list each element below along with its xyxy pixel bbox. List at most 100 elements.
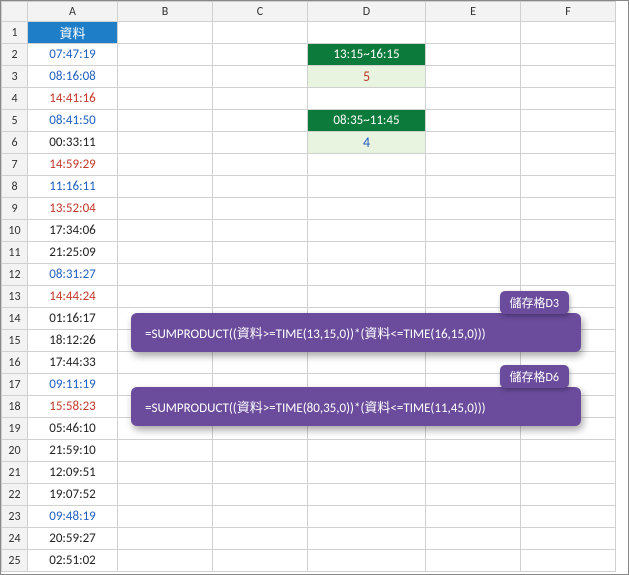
row-header-10[interactable]: 10 (2, 220, 28, 242)
cell-E8[interactable] (426, 176, 521, 198)
row-header-9[interactable]: 9 (2, 198, 28, 220)
col-header-A[interactable]: A (28, 2, 118, 22)
cell-A11[interactable]: 21:25:09 (28, 242, 118, 264)
row-header-25[interactable]: 25 (2, 550, 28, 572)
col-header-F[interactable]: F (521, 2, 616, 22)
cell-D5[interactable]: 08:35~11:45 (308, 110, 426, 132)
cell-A20[interactable]: 21:59:10 (28, 440, 118, 462)
cell-B25[interactable] (118, 550, 213, 572)
select-all-corner[interactable] (2, 2, 28, 22)
cell-B20[interactable] (118, 440, 213, 462)
cell-B12[interactable] (118, 264, 213, 286)
cell-F3[interactable] (521, 66, 616, 88)
cell-B16[interactable] (118, 352, 213, 374)
row-header-12[interactable]: 12 (2, 264, 28, 286)
cell-E11[interactable] (426, 242, 521, 264)
cell-B9[interactable] (118, 198, 213, 220)
cell-A4[interactable]: 14:41:16 (28, 88, 118, 110)
col-header-C[interactable]: C (213, 2, 308, 22)
col-header-B[interactable]: B (118, 2, 213, 22)
cell-B22[interactable] (118, 484, 213, 506)
cell-C7[interactable] (213, 154, 308, 176)
row-header-17[interactable]: 17 (2, 374, 28, 396)
row-header-19[interactable]: 19 (2, 418, 28, 440)
cell-E22[interactable] (426, 484, 521, 506)
spreadsheet-grid[interactable]: A B C D E F 1資料207:47:1913:15~16:15308:1… (1, 1, 616, 572)
row-header-18[interactable]: 18 (2, 396, 28, 418)
cell-D11[interactable] (308, 242, 426, 264)
cell-E2[interactable] (426, 44, 521, 66)
cell-F12[interactable] (521, 264, 616, 286)
cell-F5[interactable] (521, 110, 616, 132)
cell-C9[interactable] (213, 198, 308, 220)
cell-B11[interactable] (118, 242, 213, 264)
cell-C13[interactable] (213, 286, 308, 308)
cell-F6[interactable] (521, 132, 616, 154)
row-header-3[interactable]: 3 (2, 66, 28, 88)
cell-D2[interactable]: 13:15~16:15 (308, 44, 426, 66)
row-header-5[interactable]: 5 (2, 110, 28, 132)
cell-A18[interactable]: 15:58:23 (28, 396, 118, 418)
cell-A12[interactable]: 08:31:27 (28, 264, 118, 286)
cell-A2[interactable]: 07:47:19 (28, 44, 118, 66)
cell-A9[interactable]: 13:52:04 (28, 198, 118, 220)
cell-C4[interactable] (213, 88, 308, 110)
cell-E24[interactable] (426, 528, 521, 550)
cell-D21[interactable] (308, 462, 426, 484)
cell-A15[interactable]: 18:12:26 (28, 330, 118, 352)
col-header-E[interactable]: E (426, 2, 521, 22)
cell-F25[interactable] (521, 550, 616, 572)
cell-B24[interactable] (118, 528, 213, 550)
cell-D1[interactable] (308, 22, 426, 44)
cell-C20[interactable] (213, 440, 308, 462)
row-header-22[interactable]: 22 (2, 484, 28, 506)
cell-C25[interactable] (213, 550, 308, 572)
cell-D8[interactable] (308, 176, 426, 198)
cell-E3[interactable] (426, 66, 521, 88)
cell-D24[interactable] (308, 528, 426, 550)
cell-A19[interactable]: 05:46:10 (28, 418, 118, 440)
cell-C11[interactable] (213, 242, 308, 264)
cell-A6[interactable]: 00:33:11 (28, 132, 118, 154)
cell-D6[interactable]: 4 (308, 132, 426, 154)
cell-B6[interactable] (118, 132, 213, 154)
cell-B7[interactable] (118, 154, 213, 176)
cell-F21[interactable] (521, 462, 616, 484)
cell-D13[interactable] (308, 286, 426, 308)
row-header-13[interactable]: 13 (2, 286, 28, 308)
row-header-20[interactable]: 20 (2, 440, 28, 462)
cell-A17[interactable]: 09:11:19 (28, 374, 118, 396)
cell-B5[interactable] (118, 110, 213, 132)
cell-F23[interactable] (521, 506, 616, 528)
cell-D3[interactable]: 5 (308, 66, 426, 88)
cell-F9[interactable] (521, 198, 616, 220)
cell-C8[interactable] (213, 176, 308, 198)
cell-C6[interactable] (213, 132, 308, 154)
row-header-24[interactable]: 24 (2, 528, 28, 550)
cell-C12[interactable] (213, 264, 308, 286)
row-header-2[interactable]: 2 (2, 44, 28, 66)
cell-B23[interactable] (118, 506, 213, 528)
cell-A25[interactable]: 02:51:02 (28, 550, 118, 572)
cell-D23[interactable] (308, 506, 426, 528)
row-header-8[interactable]: 8 (2, 176, 28, 198)
cell-F2[interactable] (521, 44, 616, 66)
cell-F7[interactable] (521, 154, 616, 176)
cell-F22[interactable] (521, 484, 616, 506)
cell-E23[interactable] (426, 506, 521, 528)
cell-A14[interactable]: 01:16:17 (28, 308, 118, 330)
cell-D12[interactable] (308, 264, 426, 286)
cell-F20[interactable] (521, 440, 616, 462)
cell-D16[interactable] (308, 352, 426, 374)
row-header-6[interactable]: 6 (2, 132, 28, 154)
cell-E5[interactable] (426, 110, 521, 132)
cell-D10[interactable] (308, 220, 426, 242)
row-header-15[interactable]: 15 (2, 330, 28, 352)
cell-A8[interactable]: 11:16:11 (28, 176, 118, 198)
cell-D22[interactable] (308, 484, 426, 506)
cell-B1[interactable] (118, 22, 213, 44)
cell-C16[interactable] (213, 352, 308, 374)
cell-A10[interactable]: 17:34:06 (28, 220, 118, 242)
cell-C21[interactable] (213, 462, 308, 484)
cell-A22[interactable]: 19:07:52 (28, 484, 118, 506)
